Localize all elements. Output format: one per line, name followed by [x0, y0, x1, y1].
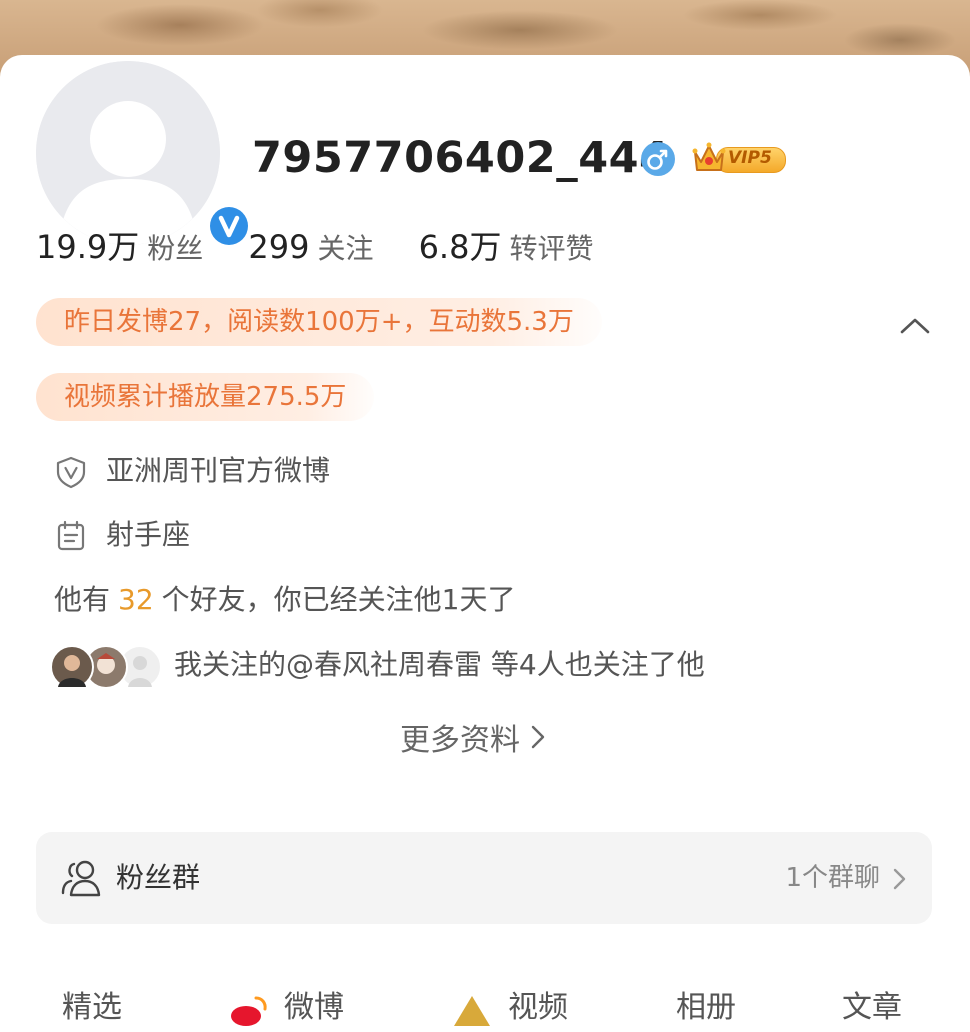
profile-card: 7957706402_444 VIP5 19.9万 粉丝 299 关注 6.8万 转评… [0, 55, 970, 1026]
fans-group-label: 粉丝群 [116, 861, 201, 894]
tab-weibo[interactable]: 微博 [284, 988, 344, 1028]
avatar[interactable] [36, 61, 220, 245]
vip-level-text: VIP5 [728, 148, 772, 168]
stat-followers-label: 粉丝 [147, 232, 204, 265]
verification-text: 亚洲周刊官方微博 [106, 454, 331, 487]
group-people-icon [60, 858, 102, 898]
mutual-follows-text: 我关注的@春风社周春雷 等4人也关注了他 [174, 648, 705, 681]
more-info-button[interactable]: 更多资料 [400, 719, 546, 763]
male-icon [641, 142, 675, 176]
stat-following-value: 299 [248, 228, 310, 266]
stat-reposts-likes[interactable]: 6.8万 转评赞 [419, 222, 594, 268]
profile-tabs: 精选 微博 视频 相册 文章 [0, 988, 970, 1028]
crown-icon [692, 142, 726, 171]
tab-album[interactable]: 相册 [676, 988, 736, 1028]
mutual-avatars [50, 643, 162, 689]
friends-info-row[interactable]: 他有 32 个好友，你已经关注他1天了 [54, 580, 515, 620]
stat-following-label: 关注 [317, 232, 374, 265]
friends-prefix: 他有 [54, 583, 111, 616]
more-info-label: 更多资料 [400, 723, 520, 758]
stat-following[interactable]: 299 关注 [248, 227, 373, 267]
yesterday-stats-pill: 昨日发博27，阅读数100万+，互动数5.3万 [36, 298, 602, 346]
friends-suffix: 个好友，你已经关注他1天了 [161, 583, 516, 616]
chevron-up-icon[interactable] [898, 312, 932, 340]
stat-followers[interactable]: 19.9万 粉丝 [36, 222, 203, 268]
shield-v-icon [54, 455, 88, 489]
mutual-avatar [50, 645, 94, 689]
chevron-right-icon [530, 720, 546, 764]
chevron-right-icon [892, 866, 908, 892]
username: 7957706402_444 [252, 133, 670, 183]
video-plays-pill: 视频累计播放量275.5万 [36, 373, 375, 421]
calendar-icon [54, 519, 88, 553]
stat-followers-value: 19.9万 [36, 228, 140, 266]
vip-badge[interactable]: VIP5 [692, 138, 786, 176]
stat-reposts-likes-value: 6.8万 [418, 228, 502, 266]
default-avatar-icon [36, 61, 220, 245]
weibo-icon [228, 994, 268, 1028]
tab-articles[interactable]: 文章 [842, 988, 902, 1028]
friends-count: 32 [118, 583, 154, 616]
fans-group-row[interactable]: 粉丝群 1个群聊 [36, 832, 932, 924]
tab-video[interactable]: 视频 [508, 988, 568, 1028]
profile-stats: 19.9万 粉丝 299 关注 6.8万 转评赞 [36, 222, 633, 272]
fans-group-count: 1个群聊 [785, 863, 880, 893]
stat-reposts-likes-label: 转评赞 [509, 232, 594, 265]
tab-featured[interactable]: 精选 [62, 988, 122, 1028]
zodiac-text: 射手座 [106, 518, 191, 551]
video-icon [452, 994, 492, 1028]
